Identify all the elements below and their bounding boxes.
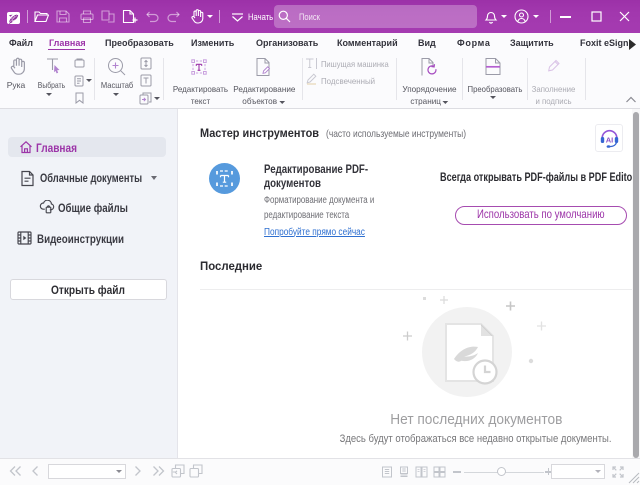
svg-text:AI: AI — [606, 136, 614, 145]
